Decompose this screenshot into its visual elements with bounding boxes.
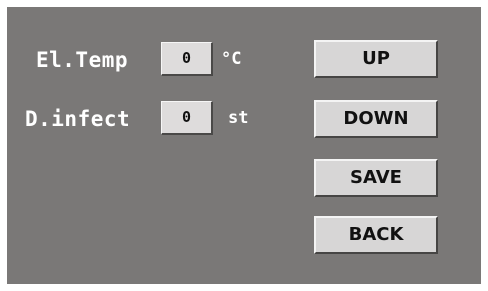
d-infect-value-field[interactable]: 0: [161, 101, 213, 135]
down-button[interactable]: DOWN: [314, 100, 438, 138]
el-temp-value-field[interactable]: 0: [161, 42, 213, 76]
save-button[interactable]: SAVE: [314, 159, 438, 197]
up-button[interactable]: UP: [314, 40, 438, 78]
d-infect-unit: st: [228, 108, 249, 128]
el-temp-unit: °C: [221, 49, 242, 69]
el-temp-label: El.Temp: [36, 48, 129, 72]
d-infect-label: D.infect: [25, 107, 131, 131]
back-button[interactable]: BACK: [314, 216, 438, 254]
